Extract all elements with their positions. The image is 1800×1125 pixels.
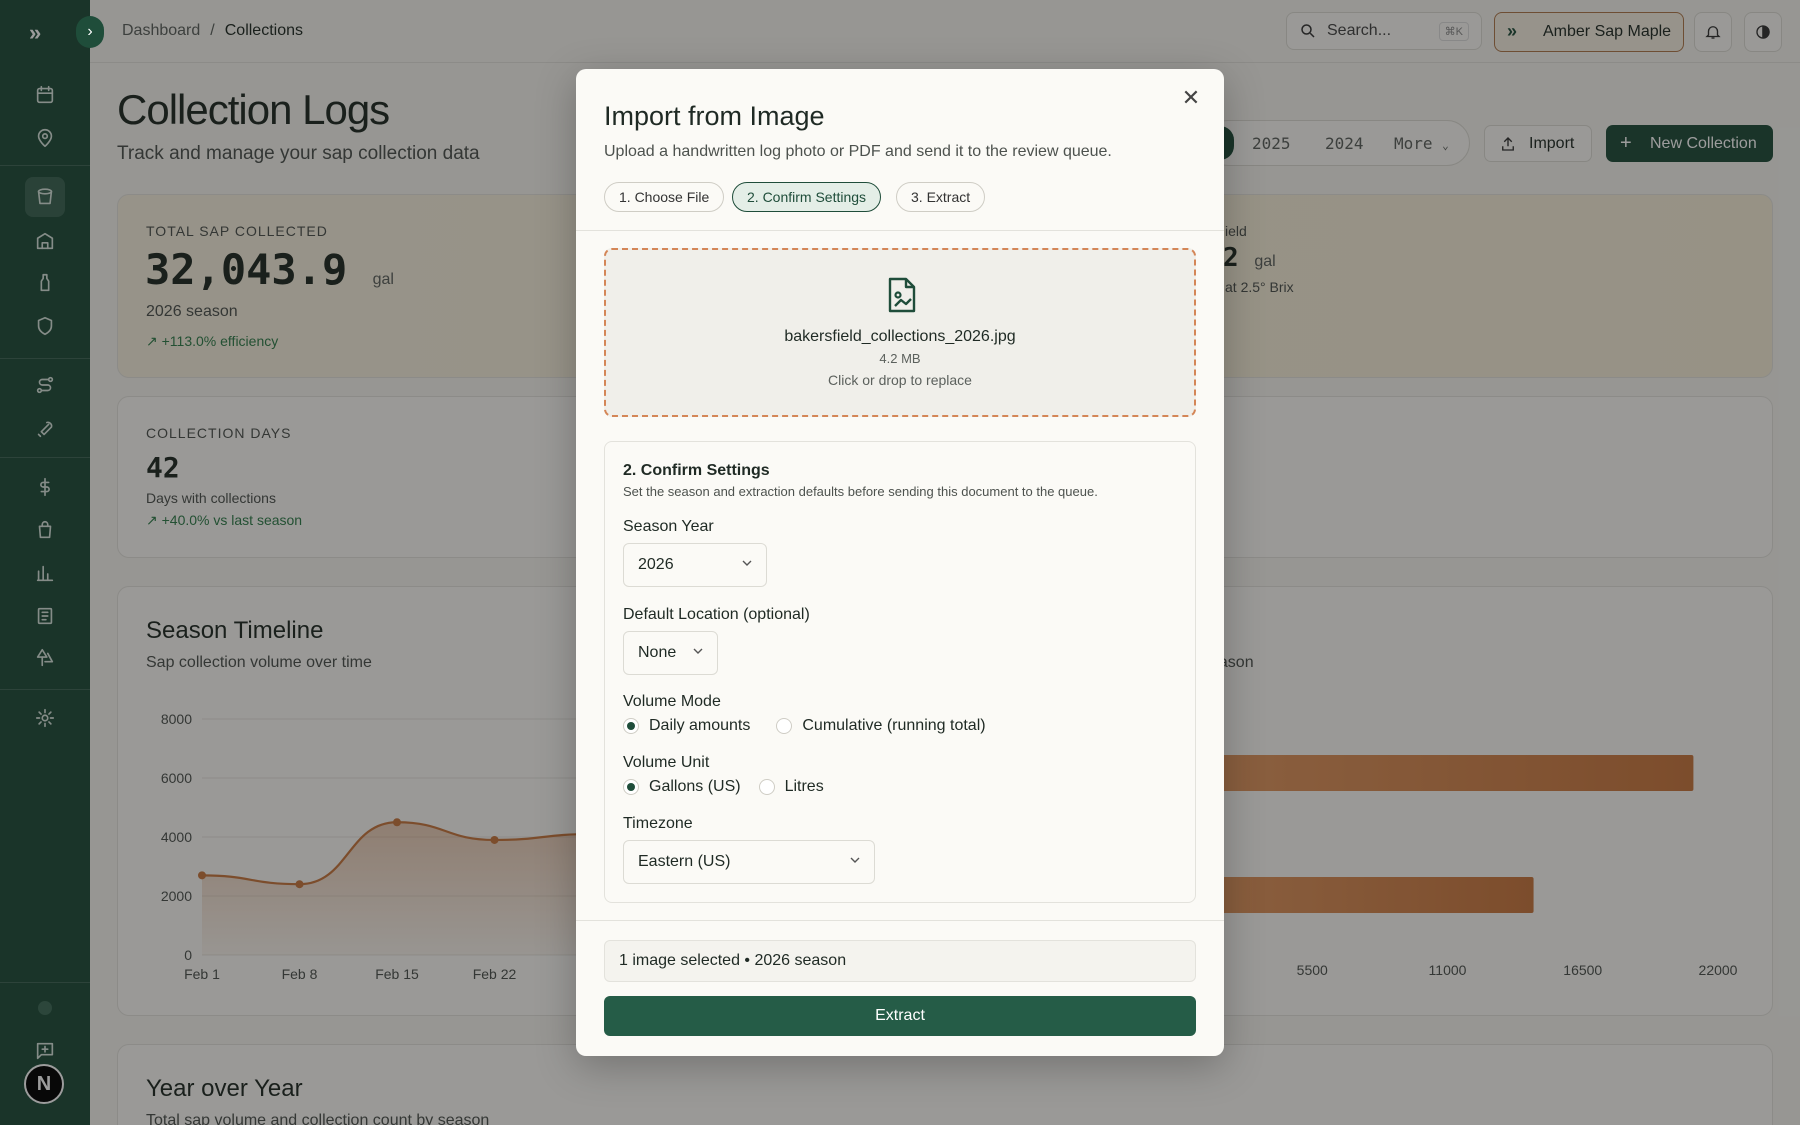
volume-mode-daily-radio[interactable] bbox=[623, 718, 639, 734]
location-label: Default Location (optional) bbox=[623, 606, 810, 623]
volume-mode-daily-label[interactable]: Daily amounts bbox=[649, 717, 750, 735]
file-name: bakersfield_collections_2026.jpg bbox=[784, 328, 1016, 345]
step-confirm-settings[interactable]: 2. Confirm Settings bbox=[732, 182, 882, 212]
volume-mode-label: Volume Mode bbox=[623, 693, 721, 710]
volume-unit-gallons-radio[interactable] bbox=[623, 779, 639, 795]
season-year-select[interactable]: 2026 bbox=[623, 543, 767, 587]
modal-subtitle: Upload a handwritten log photo or PDF an… bbox=[604, 143, 1112, 160]
chevron-down-icon bbox=[693, 648, 703, 654]
timezone-select[interactable]: Eastern (US) bbox=[623, 840, 875, 884]
volume-mode-cumulative-radio[interactable] bbox=[776, 718, 793, 734]
volume-unit-litres-radio[interactable] bbox=[758, 779, 775, 795]
file-size: 4.2 MB bbox=[879, 351, 921, 366]
timezone-label: Timezone bbox=[623, 815, 693, 832]
image-file-icon bbox=[888, 277, 916, 313]
volume-mode-radio-group: Daily amounts Cumulative (running total) bbox=[623, 717, 986, 735]
settings-panel: 2. Confirm Settings Set the season and e… bbox=[604, 441, 1196, 903]
location-value: None bbox=[638, 644, 677, 661]
chevron-down-icon bbox=[850, 857, 860, 863]
timezone-value: Eastern (US) bbox=[638, 853, 731, 870]
settings-title: 2. Confirm Settings bbox=[623, 462, 770, 479]
selection-summary: 1 image selected • 2026 season bbox=[604, 940, 1196, 982]
volume-unit-radio-group: Gallons (US) Litres bbox=[623, 778, 824, 796]
chevron-down-icon bbox=[742, 560, 752, 566]
modal-title: Import from Image bbox=[604, 101, 825, 131]
close-icon[interactable]: ✕ bbox=[1178, 85, 1204, 111]
settings-description: Set the season and extraction defaults b… bbox=[623, 484, 1098, 499]
import-modal: ✕ Import from Image Upload a handwritten… bbox=[576, 69, 1224, 1056]
step-extract[interactable]: 3. Extract bbox=[896, 182, 986, 212]
location-select[interactable]: None bbox=[623, 631, 718, 675]
step-choose-file[interactable]: 1. Choose File bbox=[604, 182, 725, 212]
season-year-value: 2026 bbox=[638, 556, 674, 573]
file-replace-hint: Click or drop to replace bbox=[828, 372, 972, 388]
volume-unit-gallons-label[interactable]: Gallons (US) bbox=[649, 778, 741, 796]
sidebar-toggle-chevron-icon[interactable]: › bbox=[76, 16, 104, 48]
season-year-label: Season Year bbox=[623, 518, 714, 535]
extract-button[interactable]: Extract bbox=[604, 996, 1196, 1036]
file-dropzone[interactable]: bakersfield_collections_2026.jpg 4.2 MB … bbox=[604, 248, 1196, 417]
volume-unit-litres-label[interactable]: Litres bbox=[785, 778, 824, 796]
volume-unit-label: Volume Unit bbox=[623, 754, 710, 771]
volume-mode-cumulative-label[interactable]: Cumulative (running total) bbox=[802, 717, 985, 735]
